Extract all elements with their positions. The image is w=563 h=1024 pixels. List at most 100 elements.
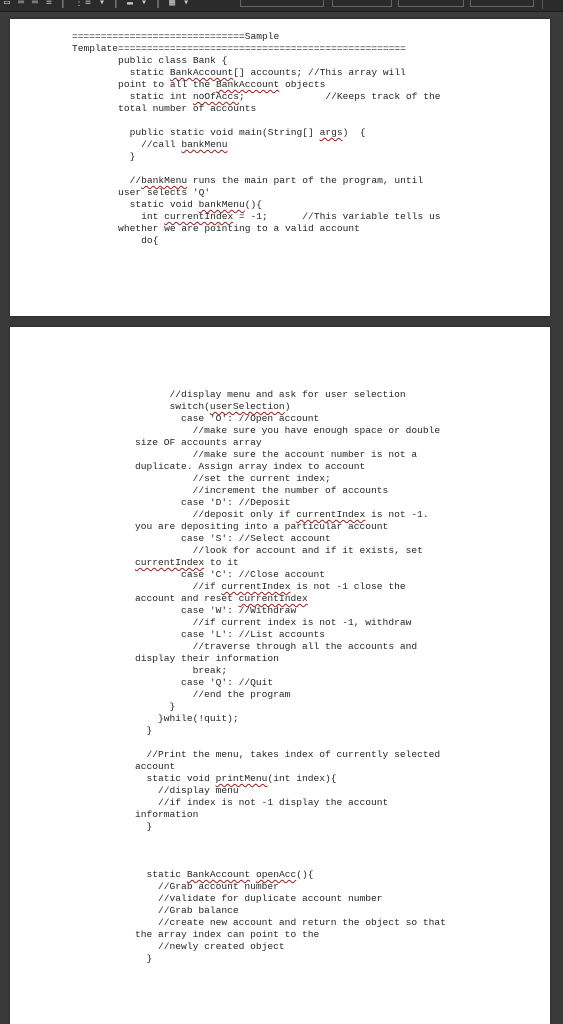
code-line: //make sure you have enough space or dou… [135,425,441,436]
document-page-2: //display menu and ask for user selectio… [10,327,550,1024]
code-line: //traverse through all the accounts and [135,641,418,652]
spellcheck-flagged-word: BankAccount [186,869,251,880]
code-line: break; [135,665,228,676]
code-text: (){ [296,869,314,880]
spellcheck-flagged-word: bankMenu [181,139,228,150]
code-line: public static void main(String[] args) { [72,127,440,139]
code-line: //bankMenu runs the main part of the pro… [72,175,440,187]
code-text: static void [72,199,199,210]
code-line: //if currentIndex is not -1 close the [135,581,446,593]
code-text: account and reset [135,593,239,604]
code-line: //Print the menu, takes index of current… [135,749,441,760]
spellcheck-flagged-word: noOfAccs [192,91,239,102]
code-text: int [72,211,165,222]
code-line: //if index is not -1 display the account [135,797,389,808]
code-line: //if current index is not -1, withdraw [135,617,412,628]
spellcheck-flagged-word: bankMenu [198,199,245,210]
code-text: //if [135,581,222,592]
code-line: total number of accounts [72,103,257,114]
spellcheck-flagged-word: bankMenu [141,175,188,186]
code-text: static void [135,773,216,784]
toolbar-style-box[interactable] [332,0,392,7]
code-line: //newly created object [135,941,285,952]
code-line: case 'S': //Select account [135,533,331,544]
document-page-1: ==============================Sample Temp… [10,19,550,316]
code-text: //deposit only if [135,509,297,520]
code-line: you are depositing into a particular acc… [135,521,389,532]
code-line: } [135,953,153,964]
code-line: account [135,761,176,772]
code-line: switch(userSelection) [135,401,446,413]
code-text: // [72,175,142,186]
spellcheck-flagged-word: currentIndex [135,557,205,568]
code-text: //call [72,139,182,150]
code-line: information [135,809,199,820]
list-format-icons[interactable]: ▭ ═ ═ ≡ │ ⋮≡ ▾ │ ▬ ▾ │ ▦ ▾ [4,0,190,9]
code-line: static BankAccount[] accounts; //This ar… [72,67,440,79]
code-line: //increment the number of accounts [135,485,389,496]
code-line: //validate for duplicate account number [135,893,383,904]
code-line: int currentIndex = -1; //This variable t… [72,211,440,223]
code-line: //display menu and ask for user selectio… [135,389,406,400]
code-line: whether we are pointing to a valid accou… [72,223,360,234]
code-text: is not -1. [365,509,429,520]
code-line: } [135,701,176,712]
spellcheck-flagged-word: printMenu [215,773,268,784]
code-line: static BankAccount openAcc(){ [135,869,446,881]
code-line: //Grab account number [135,881,279,892]
code-line: //display menu [135,785,239,796]
code-text: switch( [135,401,210,412]
code-text: ) [284,401,291,412]
code-line: //Grab balance [135,905,239,916]
code-line: } [72,151,136,162]
code-text: [] accounts; //This array will [233,67,406,78]
code-line: account and reset currentIndex [135,593,446,605]
code-line: size OF accounts array [135,437,262,448]
code-text: ) { [342,127,366,138]
code-line: public class Bank { [72,55,440,67]
toolbar-separator [542,0,543,9]
code-text: static int [72,91,193,102]
code-line: static int noOfAccs; //Keeps track of th… [72,91,441,103]
code-line: case 'Q': //Quit [135,677,274,688]
code-text: (int index){ [267,773,337,784]
spellcheck-flagged-word: BankAccount [169,67,234,78]
code-line: }while(!quit); [135,713,239,724]
code-text: is not -1 close the [290,581,406,592]
code-text: point to all the [72,79,216,90]
spellcheck-flagged-word: userSelection [209,401,285,412]
code-line: Template================================… [72,43,406,54]
code-line: //create new account and return the obje… [135,917,446,928]
code-text: static [72,67,170,78]
code-block-page-1: ==============================Sample Temp… [72,31,440,247]
code-line: //make sure the account number is not a [135,449,418,460]
spellcheck-flagged-word: args [319,127,343,138]
code-line: } [135,725,153,736]
spellcheck-flagged-word: currentIndex [238,593,308,604]
code-text: to it [204,557,239,568]
code-line: static void printMenu(int index){ [135,773,446,785]
code-line: case 'W': //Withdraw [135,605,297,616]
formatting-toolbar: ▭ ═ ═ ≡ │ ⋮≡ ▾ │ ▬ ▾ │ ▦ ▾ [0,0,563,12]
spellcheck-flagged-word: BankAccount [215,79,280,90]
code-line: case 'D': //Deposit [135,497,291,508]
code-line: //set the current index; [135,473,331,484]
code-line: do{ [72,235,159,246]
code-text: runs the main part of the program, until [187,175,424,186]
code-line: display their information [135,653,279,664]
code-text: (){ [244,199,263,210]
toolbar-style-box[interactable] [470,0,534,7]
code-text: public class Bank { [72,55,228,66]
toolbar-style-box[interactable] [398,0,464,7]
code-line: duplicate. Assign array index to account [135,461,366,472]
toolbar-style-box[interactable] [240,0,324,7]
code-text: objects [279,79,326,90]
code-line: user selects 'Q' [72,187,211,198]
code-line: the array index can point to the [135,929,320,940]
code-line: static void bankMenu(){ [72,199,440,211]
spellcheck-flagged-word: currentIndex [296,509,366,520]
